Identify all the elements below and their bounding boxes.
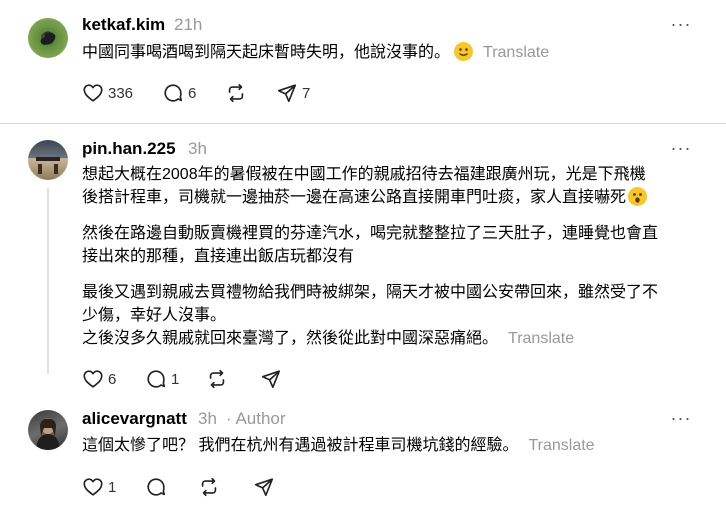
post-text: 後搭計程車，司機就一邊抽菸一邊在高速公路直接開車門吐痰，家人直接嚇死 — [82, 187, 648, 209]
reply-button[interactable] — [145, 473, 167, 501]
post-text-line: 這個太慘了吧？ 我們在杭州有遇過被計程車司機坑錢的經驗。 — [82, 437, 519, 454]
post-pin-han-225: pin.han.225 3h ··· 想起大概在2008年的暑假被在中國工作的親… — [0, 124, 726, 400]
like-button[interactable]: 6 — [82, 365, 116, 393]
action-bar: 6 1 — [82, 365, 382, 393]
avatar-image — [36, 157, 60, 174]
like-button[interactable]: 1 — [82, 473, 116, 501]
heart-icon — [83, 84, 103, 102]
post-alicevargnatt: alicevargnatt 3h · Author ··· 這個太慘了吧？ 我們… — [0, 400, 726, 510]
like-count: 6 — [108, 370, 117, 388]
post-text-line: 少傷，幸好人沒事。 — [82, 307, 227, 324]
avatar[interactable] — [28, 18, 68, 58]
comment-icon — [147, 478, 166, 496]
like-count: 336 — [108, 84, 134, 102]
translate-link[interactable]: Translate — [508, 330, 574, 347]
post-ketkaf-kim: ketkaf.kim 21h ··· 中國同事喝酒喝到隔天起床暫時失明，他說沒事… — [0, 0, 726, 122]
post-text-line: 中國同事喝酒喝到隔天起床暫時失明，他說沒事的。 — [82, 44, 451, 61]
post-text-line: 最後又遇到親戚去買禮物給我們時被綁架，隔天才被中國公安帶回來，雖然受了不 — [82, 284, 659, 301]
smile-emoji-icon — [454, 42, 474, 61]
reply-count: 6 — [188, 84, 197, 102]
repost-icon — [201, 477, 217, 497]
author-badge: · Author — [226, 409, 286, 428]
more-dots-icon[interactable]: ··· — [669, 14, 693, 35]
translate-link[interactable]: Translate — [528, 437, 594, 454]
action-bar: 336 6 7 — [82, 79, 382, 107]
post-text: 中國同事喝酒喝到隔天起床暫時失明，他說沒事的。 Translate — [82, 42, 549, 64]
repost-icon — [209, 369, 225, 389]
share-count: 7 — [302, 84, 311, 102]
heart-icon — [83, 370, 103, 388]
share-button[interactable] — [253, 473, 275, 501]
comment-icon — [147, 370, 166, 388]
share-button[interactable] — [260, 365, 282, 393]
post-text-line: 想起大概在2008年的暑假被在中國工作的親戚招待去福建跟廣州玩，光是下飛機 — [82, 166, 646, 183]
repost-button[interactable] — [225, 79, 247, 107]
send-icon — [254, 478, 274, 497]
repost-button[interactable] — [198, 473, 220, 501]
translate-link[interactable]: Translate — [483, 44, 549, 61]
post-text-line: 之後沒多久親戚就回來臺灣了，然後從此對中國深惡痛絕。 — [82, 330, 499, 347]
avatar[interactable] — [28, 410, 68, 450]
timestamp[interactable]: 3h — [198, 409, 217, 429]
timestamp[interactable]: 3h — [188, 139, 207, 159]
post-text-line: 後搭計程車，司機就一邊抽菸一邊在高速公路直接開車門吐痰，家人直接嚇死 — [82, 189, 627, 206]
timestamp[interactable]: 21h — [174, 15, 202, 35]
more-dots-icon[interactable]: ··· — [669, 408, 693, 429]
reply-button[interactable]: 6 — [162, 79, 196, 107]
send-icon — [261, 370, 281, 389]
avatar[interactable] — [28, 140, 68, 180]
action-bar: 1 — [82, 473, 382, 501]
post-text-line: 接出來的那種，直接連出飯店玩都沒有 — [82, 248, 355, 265]
share-button[interactable]: 7 — [276, 79, 310, 107]
like-count: 1 — [108, 478, 117, 496]
username[interactable]: pin.han.225 — [82, 139, 176, 159]
thread-line — [47, 188, 49, 374]
repost-icon — [228, 83, 244, 103]
comment-icon — [164, 84, 183, 102]
reply-button[interactable]: 1 — [145, 365, 179, 393]
repost-button[interactable] — [206, 365, 228, 393]
username[interactable]: alicevargnatt — [82, 409, 187, 429]
avatar-image — [40, 33, 56, 45]
worried-emoji-icon — [628, 187, 648, 206]
like-button[interactable]: 336 — [82, 79, 133, 107]
heart-icon — [83, 478, 103, 496]
more-dots-icon[interactable]: ··· — [669, 138, 693, 159]
post-text: 這個太慘了吧？ 我們在杭州有遇過被計程車司機坑錢的經驗。 Translate — [82, 435, 595, 457]
avatar-image — [36, 418, 60, 450]
post-text-line: 然後在路邊自動販賣機裡買的芬達汽水，喝完就整整拉了三天肚子，連睡覺也會直 — [82, 225, 659, 242]
username[interactable]: ketkaf.kim — [82, 15, 165, 35]
post-text: 之後沒多久親戚就回來臺灣了，然後從此對中國深惡痛絕。 Translate — [82, 328, 574, 350]
send-icon — [277, 84, 297, 103]
reply-count: 1 — [171, 370, 180, 388]
